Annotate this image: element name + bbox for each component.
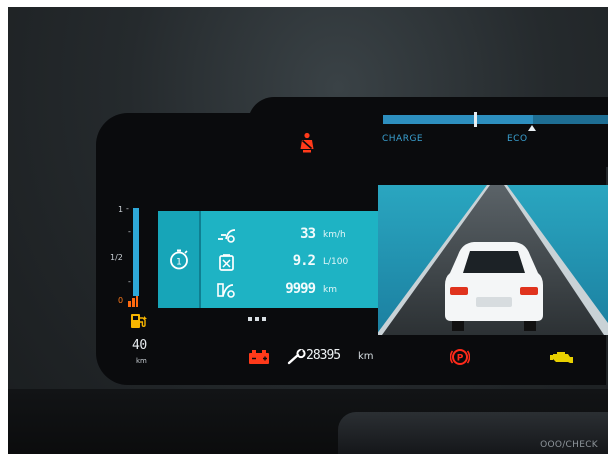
odometer-unit: km [358, 351, 374, 362]
fuel-reserve-indicator [128, 296, 138, 307]
trip-speed-value: 33 [300, 226, 316, 242]
charge-eco-marker [474, 112, 477, 127]
page-dot [262, 317, 266, 321]
wrench-icon [287, 349, 306, 365]
trip-consumption-unit: L/100 [323, 257, 349, 267]
trip-consumption-value: 9.2 [292, 253, 316, 269]
range-value: 40 [132, 338, 147, 353]
odometer-value: 28395 [306, 348, 341, 363]
seatbelt-warning-icon [300, 132, 314, 153]
trip-number: 1 [176, 258, 182, 268]
vehicle-icon [445, 242, 543, 331]
obd-label: OOO/CHECK [540, 440, 598, 450]
eco-pointer-icon [528, 125, 536, 131]
range-icon [217, 283, 235, 298]
average-speed-icon [218, 229, 236, 243]
trip-range-unit: km [323, 285, 337, 295]
eco-label: ECO [507, 134, 528, 144]
fuel-tick-dash: - [128, 227, 131, 236]
charge-eco-fill [383, 115, 533, 124]
fuel-consumption-icon [219, 254, 234, 271]
battery-warning-icon [249, 350, 269, 364]
fuel-tick-full: 1 [118, 205, 124, 214]
road-view [378, 185, 608, 335]
svg-text:P: P [457, 354, 464, 364]
fuel-tick-dash: - [128, 277, 131, 286]
fuel-tick-half: 1/2 [110, 253, 123, 262]
charge-label: CHARGE [382, 134, 424, 144]
range-unit: km [136, 357, 147, 365]
parking-brake-icon: P [450, 349, 470, 365]
page-dot [255, 317, 259, 321]
stopwatch-icon: 1 [170, 249, 188, 270]
trip-range-value: 9999 [285, 281, 316, 297]
page-dot [248, 317, 252, 321]
fuel-tick-dash: - [126, 204, 129, 213]
check-engine-icon [550, 352, 573, 363]
page-dots [248, 317, 266, 321]
trip-speed-unit: km/h [323, 230, 346, 240]
fuel-tick-empty: 0 [118, 296, 124, 305]
fuel-pump-icon [131, 314, 147, 328]
fuel-level-bar [133, 208, 139, 296]
